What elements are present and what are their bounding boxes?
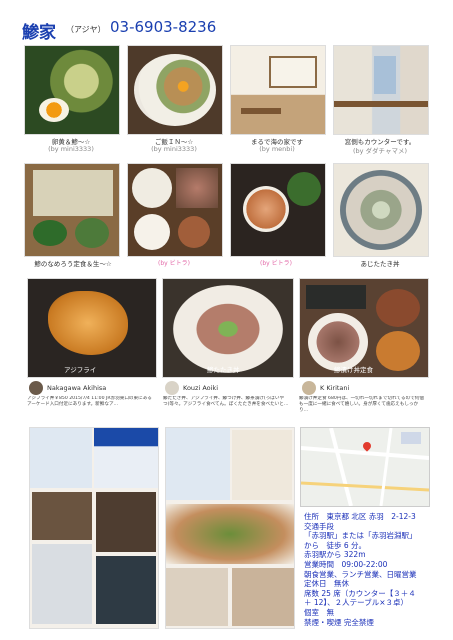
private-room: 個室 無 xyxy=(304,607,334,617)
credit: (by ビトラ) xyxy=(260,260,292,267)
photo-don-bowl[interactable] xyxy=(230,163,326,257)
photo-aji-tataki-don[interactable] xyxy=(333,163,429,257)
photo-tag: 鯵漬け丼定食 xyxy=(334,366,373,374)
seats: ＋ 12】、２人テーブル×３卓） xyxy=(304,598,409,608)
review-text: アジフライ丼￥850 2015/7/4 11:00 JR赤羽東口の東にあるアーケ… xyxy=(27,396,152,407)
photo-rice-bowl[interactable] xyxy=(127,45,223,135)
seats: 席数 25 席（カウンター【３＋４ xyxy=(304,588,416,598)
transport-line: 赤羽駅から 322m xyxy=(304,550,366,560)
transport-label: 交通手段 xyxy=(304,521,334,531)
shop-reading: （アジヤ） xyxy=(66,25,106,34)
caption: 鯵のなめろう定食＆生〜☆ xyxy=(34,260,112,268)
photo-tray-set[interactable] xyxy=(127,163,223,257)
photo-collage-middle[interactable] xyxy=(165,427,295,629)
photo-counter[interactable] xyxy=(333,45,429,135)
map-roads xyxy=(301,428,429,506)
reviewer: Kouzi Aoiki xyxy=(165,381,218,395)
shop-info: 住所 東京都 北区 赤羽 2-12-3 交通手段 「赤羽駅」または「赤羽岩淵駅」… xyxy=(304,512,452,627)
avatar xyxy=(29,381,43,395)
photo-zuke-don-set[interactable] xyxy=(299,278,429,378)
review-text: 鯵漬け丼定食 680円は、一切れ一切れまで切れてるので何個も一度に一緒に食べて嬉… xyxy=(299,396,424,413)
credit: (by menbi) xyxy=(259,145,295,153)
reviewer-name: K Kiritani xyxy=(320,384,350,392)
credit: (by ダダチャマメ) xyxy=(352,147,408,155)
hours: 営業時間 09:00-22:00 xyxy=(304,559,388,569)
reviewer: K Kiritani xyxy=(302,381,349,395)
avatar xyxy=(165,381,179,395)
photo-interior[interactable] xyxy=(230,45,326,135)
photo-namerou-set[interactable] xyxy=(24,163,120,257)
photo-aji-fry[interactable] xyxy=(27,278,157,378)
shop-name: 鯵家 xyxy=(22,23,56,43)
caption: あじたたき丼 xyxy=(360,260,400,268)
review-text: 鯵たたき丼、アジフライ丼、鯵づけ丼、鯵茶漬け(っぽいやつ)等々。アジフライ食べて… xyxy=(163,396,289,407)
reviewer: Nakagawa Akihisa xyxy=(29,381,106,395)
photo-tag: アジフライ xyxy=(64,366,97,374)
transport-line: から 徒歩 6 分。 xyxy=(304,540,367,550)
transport-line: 「赤羽駅」または「赤羽岩淵駅」 xyxy=(304,531,417,541)
credit: (by mini3333) xyxy=(151,145,197,153)
credit: (by mini3333) xyxy=(48,145,94,153)
credit: (by ビトラ) xyxy=(158,260,190,267)
shop-phone[interactable]: 03-6903-8236 xyxy=(110,18,216,36)
avatar xyxy=(302,381,316,395)
address: 住所 東京都 北区 赤羽 2-12-3 xyxy=(304,512,416,521)
photo-tataki-don[interactable] xyxy=(162,278,294,378)
reviewer-name: Nakagawa Akihisa xyxy=(47,384,107,392)
map[interactable] xyxy=(300,427,430,507)
smoking: 禁煙・喫煙 完全禁煙 xyxy=(304,617,374,627)
hours-note: 朝食営業、ランチ営業、日曜営業 xyxy=(304,569,417,579)
reviewer-name: Kouzi Aoiki xyxy=(183,384,219,392)
photo-tag: 鯵たたき丼 xyxy=(207,366,240,374)
closed-days: 定休日 無休 xyxy=(304,579,349,589)
photo-collage-left[interactable] xyxy=(29,427,159,629)
photo-aji-egg[interactable] xyxy=(24,45,120,135)
